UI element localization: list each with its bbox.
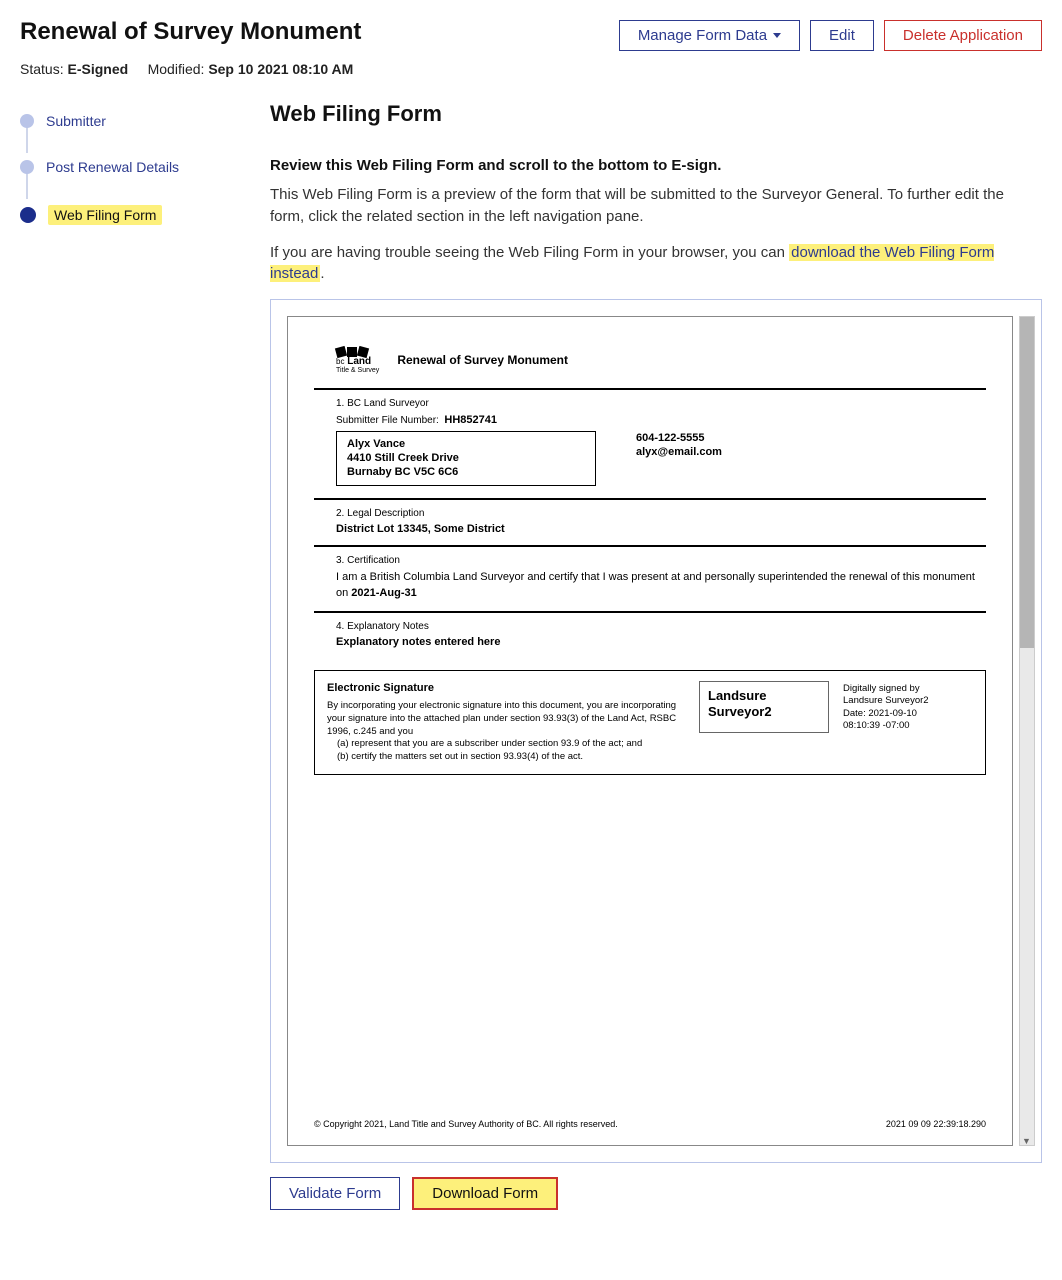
section-1-heading: 1. BC Land Surveyor (336, 398, 986, 409)
bc-land-logo-icon: bc Land Title & Survey (336, 345, 379, 374)
pdf-title: Renewal of Survey Monument (397, 353, 568, 367)
delete-application-button[interactable]: Delete Application (884, 20, 1042, 51)
scrollbar-thumb[interactable] (1020, 317, 1034, 648)
signature-clause-a: (a) represent that you are a subscriber … (337, 738, 685, 751)
sidebar-item-submitter[interactable]: Submitter (20, 105, 250, 151)
dot: . (320, 265, 324, 282)
header-buttons: Manage Form Data Edit Delete Application (619, 20, 1042, 51)
modified-label: Modified: (148, 61, 205, 77)
section-4-heading: 4. Explanatory Notes (336, 621, 986, 632)
sidebar: Submitter Post Renewal Details Web Filin… (20, 101, 250, 1210)
legal-description: District Lot 13345, Some District (336, 523, 986, 535)
surveyor-contact: 604-122-5555 alyx@email.com (636, 431, 722, 486)
status-label: Status: (20, 61, 64, 77)
download-form-button[interactable]: Download Form (412, 1177, 558, 1210)
sidebar-item-post-renewal[interactable]: Post Renewal Details (20, 151, 250, 197)
validate-form-button[interactable]: Validate Form (270, 1177, 400, 1210)
modified-value: Sep 10 2021 08:10 AM (208, 61, 353, 77)
section-3-heading: 3. Certification (336, 555, 986, 566)
signature-clause-b: (b) certify the matters set out in secti… (337, 751, 685, 764)
step-dot-icon (20, 114, 34, 128)
sidebar-item-web-filing[interactable]: Web Filing Form (20, 197, 250, 233)
trouble-prefix: If you are having trouble seeing the Web… (270, 244, 789, 261)
footer-copyright: © Copyright 2021, Land Title and Survey … (314, 1119, 618, 1129)
manage-form-data-button[interactable]: Manage Form Data (619, 20, 800, 51)
chevron-down-icon (773, 33, 781, 38)
status-value: E-Signed (67, 61, 128, 77)
sidebar-item-label: Post Renewal Details (46, 159, 179, 175)
edit-button[interactable]: Edit (810, 20, 874, 51)
file-number-label: Submitter File Number: (336, 415, 439, 426)
file-number-value: HH852741 (444, 414, 497, 426)
signature-details: Digitally signed by Landsure Surveyor2 D… (843, 681, 973, 764)
step-dot-icon (20, 207, 36, 223)
main-content: Web Filing Form Review this Web Filing F… (270, 101, 1042, 1210)
sidebar-item-label: Web Filing Form (48, 205, 162, 225)
pdf-page: bc Land Title & Survey Renewal of Survey… (287, 316, 1013, 1146)
status-line: Status: E-Signed Modified: Sep 10 2021 0… (20, 61, 1042, 77)
signer-name: Landsure Surveyor2 (699, 681, 829, 733)
sidebar-item-label: Submitter (46, 113, 106, 129)
signature-box: Electronic Signature By incorporating yo… (314, 670, 986, 775)
section-2-heading: 2. Legal Description (336, 508, 986, 519)
manage-label: Manage Form Data (638, 27, 767, 44)
footer-timestamp: 2021 09 09 22:39:18.290 (886, 1119, 986, 1129)
review-instruction: Review this Web Filing Form and scroll t… (270, 157, 1042, 174)
page-title: Renewal of Survey Monument (20, 18, 361, 46)
signature-body: By incorporating your electronic signatu… (327, 700, 676, 737)
explanatory-notes: Explanatory notes entered here (336, 636, 986, 648)
signature-title: Electronic Signature (327, 681, 685, 696)
certification-text: I am a British Columbia Land Surveyor an… (336, 570, 986, 601)
surveyor-address-box: Alyx Vance 4410 Still Creek Drive Burnab… (336, 431, 596, 486)
main-heading: Web Filing Form (270, 101, 1042, 127)
pdf-viewer: bc Land Title & Survey Renewal of Survey… (270, 299, 1042, 1163)
step-dot-icon (20, 160, 34, 174)
description-text: This Web Filing Form is a preview of the… (270, 184, 1042, 228)
pdf-scrollbar[interactable] (1019, 316, 1035, 1146)
trouble-line: If you are having trouble seeing the Web… (270, 242, 1042, 286)
